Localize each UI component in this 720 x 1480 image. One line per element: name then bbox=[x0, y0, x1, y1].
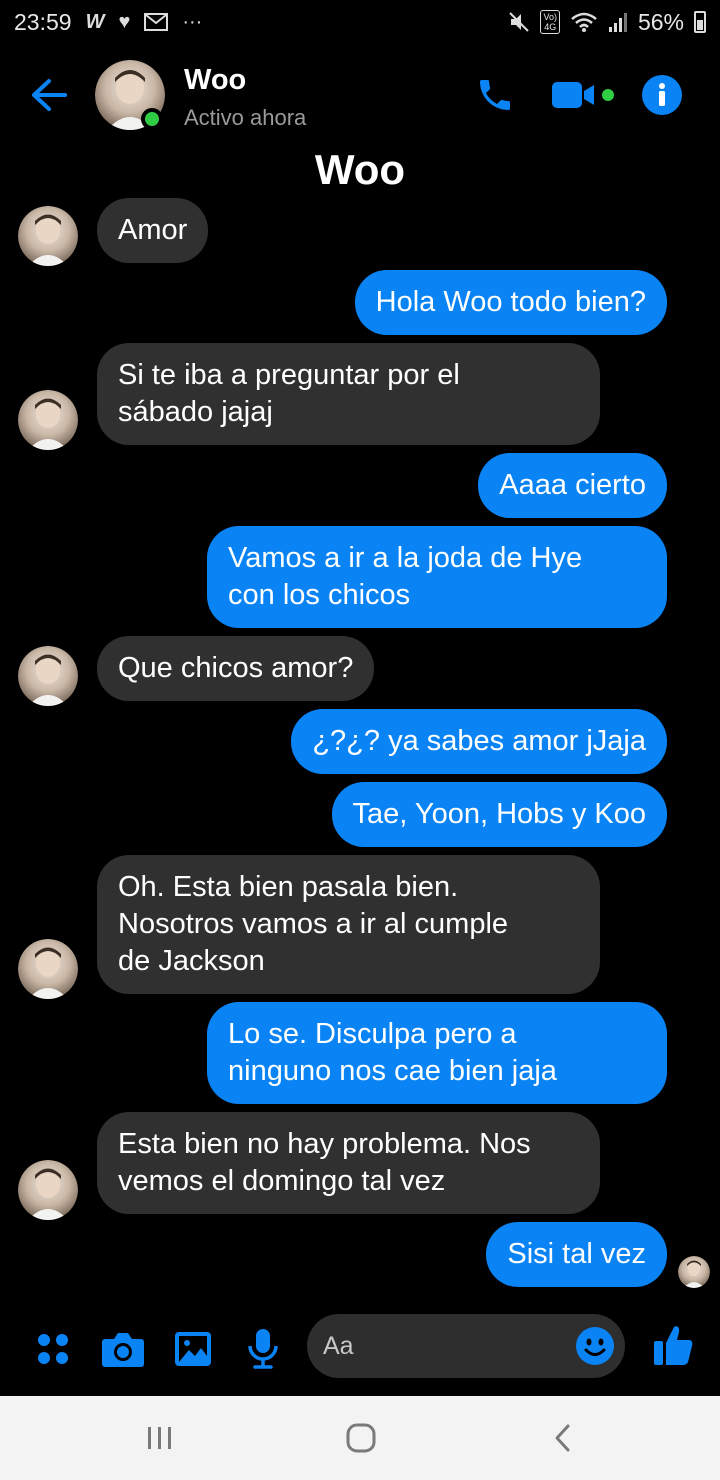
message-bubble-outgoing[interactable]: ¿?¿? ya sabes amor jJaja bbox=[291, 709, 667, 774]
sender-avatar[interactable] bbox=[18, 939, 78, 999]
emoji-icon[interactable] bbox=[574, 1325, 616, 1367]
sender-avatar[interactable] bbox=[18, 646, 78, 706]
wifi-icon bbox=[570, 11, 598, 33]
back-icon[interactable] bbox=[538, 1418, 588, 1458]
menu-dots-icon[interactable] bbox=[30, 1326, 76, 1372]
phone-icon[interactable] bbox=[472, 72, 518, 118]
home-icon[interactable] bbox=[336, 1418, 386, 1458]
contact-name[interactable]: Woo bbox=[184, 64, 246, 97]
seen-receipt-avatar bbox=[678, 1256, 710, 1288]
message-bubble-incoming[interactable]: Esta bien no hay problema. Nos vemos el … bbox=[97, 1112, 600, 1214]
gallery-icon[interactable] bbox=[170, 1326, 216, 1372]
sender-avatar[interactable] bbox=[18, 206, 78, 266]
chat-title: Woo bbox=[314, 146, 406, 193]
signal-icon bbox=[608, 11, 628, 33]
sender-avatar[interactable] bbox=[18, 390, 78, 450]
message-bubble-outgoing[interactable]: Vamos a ir a la joda de Hye con los chic… bbox=[207, 526, 667, 628]
contact-active-status: Activo ahora bbox=[184, 105, 307, 130]
mute-icon bbox=[508, 11, 530, 33]
message-bubble-incoming[interactable]: Que chicos amor? bbox=[97, 636, 375, 701]
message-bubble-outgoing[interactable]: Tae, Yoon, Hobs y Koo bbox=[331, 782, 667, 847]
more-icon: ··· bbox=[182, 10, 203, 33]
thumbs-up-icon[interactable] bbox=[650, 1320, 696, 1370]
recent-apps-icon[interactable] bbox=[135, 1418, 185, 1458]
message-bubble-outgoing[interactable]: Aaaa cierto bbox=[478, 453, 667, 518]
gmail-icon bbox=[144, 12, 169, 32]
microphone-icon[interactable] bbox=[240, 1326, 286, 1372]
message-bubble-outgoing[interactable]: Sisi tal vez bbox=[486, 1222, 667, 1287]
message-bubble-incoming[interactable]: Oh. Esta bien pasala bien. Nosotros vamo… bbox=[97, 855, 600, 994]
volte-icon: Vo) 4G bbox=[540, 10, 560, 34]
heart-icon: ♥ bbox=[118, 10, 131, 33]
back-arrow-icon[interactable] bbox=[26, 72, 72, 118]
message-composer bbox=[0, 1306, 720, 1390]
message-bubble-incoming[interactable]: Si te iba a preguntar por el sábado jaja… bbox=[97, 343, 600, 445]
conversation-header: Woo Activo ahora bbox=[0, 52, 720, 142]
message-bubble-incoming[interactable]: Amor bbox=[97, 198, 209, 263]
video-camera-icon[interactable] bbox=[548, 72, 618, 118]
message-bubble-outgoing[interactable]: Hola Woo todo bien? bbox=[354, 270, 667, 335]
battery-icon bbox=[694, 11, 706, 33]
system-navigation-bar bbox=[0, 1396, 720, 1480]
info-icon[interactable] bbox=[638, 72, 686, 118]
status-time: 23:59 bbox=[14, 8, 72, 35]
battery-percent: 56% bbox=[637, 8, 684, 35]
online-status-badge bbox=[141, 108, 163, 130]
message-bubble-outgoing[interactable]: Lo se. Disculpa pero a ninguno nos cae b… bbox=[207, 1002, 667, 1104]
sender-avatar[interactable] bbox=[18, 1160, 78, 1220]
camera-icon[interactable] bbox=[100, 1326, 146, 1372]
status-bar: 23:59 W ♥ ··· Vo) 4G 56% bbox=[0, 0, 720, 44]
w-app-icon: W bbox=[85, 10, 105, 33]
